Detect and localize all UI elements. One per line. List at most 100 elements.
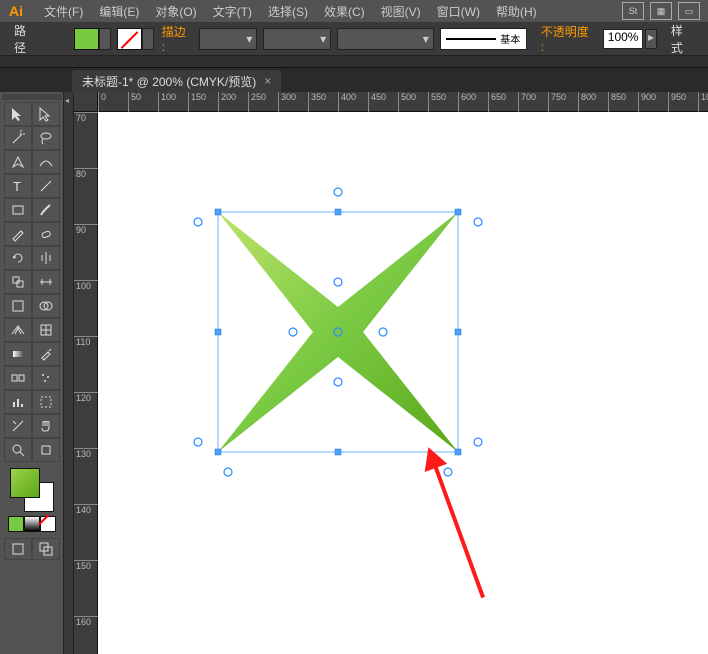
workspace-icon-b[interactable]: ▦ bbox=[650, 2, 672, 20]
close-tab-icon[interactable]: × bbox=[264, 74, 271, 88]
stroke-weight-dropdown[interactable]: ▾ bbox=[199, 28, 257, 50]
ruler-h-tick: 650 bbox=[488, 92, 506, 112]
ruler-h-tick: 850 bbox=[608, 92, 626, 112]
menu-window[interactable]: 窗口(W) bbox=[429, 3, 488, 20]
workspace-icon-a[interactable]: St bbox=[622, 2, 644, 20]
annotation-arrow bbox=[400, 437, 516, 620]
slice-tool[interactable] bbox=[4, 414, 32, 438]
artboard-tool[interactable] bbox=[32, 390, 60, 414]
live-corner-widget[interactable] bbox=[474, 218, 482, 226]
handle-mr[interactable] bbox=[455, 329, 461, 335]
handle-tl[interactable] bbox=[215, 209, 221, 215]
menu-select[interactable]: 选择(S) bbox=[260, 3, 316, 20]
stroke-swatch[interactable] bbox=[117, 28, 142, 50]
document-tab[interactable]: 未标题-1* @ 200% (CMYK/预览) × bbox=[72, 70, 281, 92]
scale-tool[interactable] bbox=[4, 270, 32, 294]
draw-mode-behind[interactable] bbox=[32, 538, 60, 560]
gradient-tool[interactable] bbox=[4, 342, 32, 366]
live-corner-widget[interactable] bbox=[289, 328, 297, 336]
fill-stroke-indicator[interactable] bbox=[10, 468, 54, 512]
stroke-dropdown-icon[interactable] bbox=[142, 28, 154, 50]
menu-file[interactable]: 文件(F) bbox=[36, 3, 91, 20]
eraser-tool[interactable] bbox=[32, 222, 60, 246]
handle-bm[interactable] bbox=[335, 449, 341, 455]
selected-star-shape[interactable] bbox=[198, 192, 478, 472]
ruler-v-tick: 120 bbox=[74, 392, 98, 403]
draw-mode-normal[interactable] bbox=[4, 538, 32, 560]
handle-tm[interactable] bbox=[335, 209, 341, 215]
panel-toggle-bar[interactable] bbox=[0, 56, 708, 68]
lasso-tool[interactable] bbox=[32, 126, 60, 150]
svg-text:T: T bbox=[13, 179, 21, 194]
eyedropper-tool[interactable] bbox=[32, 342, 60, 366]
fill-indicator[interactable] bbox=[10, 468, 40, 498]
color-mode-solid[interactable] bbox=[8, 516, 24, 532]
color-mode-gradient[interactable] bbox=[24, 516, 40, 532]
perspective-grid-tool[interactable] bbox=[4, 318, 32, 342]
live-corner-widget[interactable] bbox=[194, 218, 202, 226]
ruler-origin[interactable] bbox=[74, 92, 98, 112]
ruler-h-tick: 250 bbox=[248, 92, 266, 112]
star-path[interactable] bbox=[218, 212, 458, 452]
live-corner-widget[interactable] bbox=[334, 188, 342, 196]
menu-view[interactable]: 视图(V) bbox=[373, 3, 429, 20]
opacity-input[interactable]: 100% bbox=[603, 29, 643, 49]
rectangle-tool[interactable] bbox=[4, 198, 32, 222]
live-corner-widget[interactable] bbox=[474, 438, 482, 446]
menu-help[interactable]: 帮助(H) bbox=[488, 3, 545, 20]
print-tiling-tool[interactable] bbox=[32, 438, 60, 462]
handle-tr[interactable] bbox=[455, 209, 461, 215]
menu-effect[interactable]: 效果(C) bbox=[316, 3, 373, 20]
mesh-tool[interactable] bbox=[32, 318, 60, 342]
ruler-v-tick: 150 bbox=[74, 560, 98, 571]
live-corner-widget[interactable] bbox=[224, 468, 232, 476]
zoom-tool[interactable] bbox=[4, 438, 32, 462]
paintbrush-tool[interactable] bbox=[32, 198, 60, 222]
menu-object[interactable]: 对象(O) bbox=[147, 3, 204, 20]
stroke-style-preview[interactable]: 基本 bbox=[440, 28, 527, 50]
ruler-h-tick: 950 bbox=[668, 92, 686, 112]
ruler-h-tick: 550 bbox=[428, 92, 446, 112]
opacity-dropdown-icon[interactable]: ▸ bbox=[645, 29, 657, 49]
ruler-h-tick: 400 bbox=[338, 92, 356, 112]
hand-tool[interactable] bbox=[32, 414, 60, 438]
workspace-icon-c[interactable]: ▭ bbox=[678, 2, 700, 20]
live-corner-widget[interactable] bbox=[334, 278, 342, 286]
horizontal-ruler[interactable]: 0501001502002503003504004505005506006507… bbox=[98, 92, 708, 112]
vertical-ruler[interactable]: 708090100110120130140150160 bbox=[74, 112, 98, 654]
free-transform-tool[interactable] bbox=[4, 294, 32, 318]
style-label: 样式 bbox=[663, 22, 702, 56]
pen-tool[interactable] bbox=[4, 150, 32, 174]
line-tool[interactable] bbox=[32, 174, 60, 198]
canvas[interactable] bbox=[98, 112, 708, 654]
live-corner-widget[interactable] bbox=[379, 328, 387, 336]
curvature-tool[interactable] bbox=[32, 150, 60, 174]
ruler-h-tick: 600 bbox=[458, 92, 476, 112]
width-tool[interactable] bbox=[32, 270, 60, 294]
fill-dropdown-icon[interactable] bbox=[99, 28, 111, 50]
fill-swatch[interactable] bbox=[74, 28, 99, 50]
symbol-sprayer-tool[interactable] bbox=[32, 366, 60, 390]
live-corner-widget[interactable] bbox=[194, 438, 202, 446]
blend-tool[interactable] bbox=[4, 366, 32, 390]
profile-dropdown[interactable]: ▾ bbox=[337, 28, 434, 50]
shape-builder-tool[interactable] bbox=[32, 294, 60, 318]
live-corner-widget[interactable] bbox=[334, 378, 342, 386]
rotate-tool[interactable] bbox=[4, 246, 32, 270]
pencil-tool[interactable] bbox=[4, 222, 32, 246]
menu-text[interactable]: 文字(T) bbox=[205, 3, 260, 20]
selection-tool[interactable] bbox=[4, 102, 32, 126]
type-tool[interactable]: T bbox=[4, 174, 32, 198]
handle-bl[interactable] bbox=[215, 449, 221, 455]
column-graph-tool[interactable] bbox=[4, 390, 32, 414]
magic-wand-tool[interactable] bbox=[4, 126, 32, 150]
tool-panel: T bbox=[0, 92, 64, 654]
panel-expand-strip[interactable] bbox=[64, 92, 74, 654]
brush-dropdown[interactable]: ▾ bbox=[263, 28, 331, 50]
color-mode-none[interactable] bbox=[40, 516, 56, 532]
handle-ml[interactable] bbox=[215, 329, 221, 335]
direct-selection-tool[interactable] bbox=[32, 102, 60, 126]
tool-panel-grip[interactable] bbox=[2, 94, 62, 100]
menu-edit[interactable]: 编辑(E) bbox=[91, 3, 147, 20]
reflect-tool[interactable] bbox=[32, 246, 60, 270]
